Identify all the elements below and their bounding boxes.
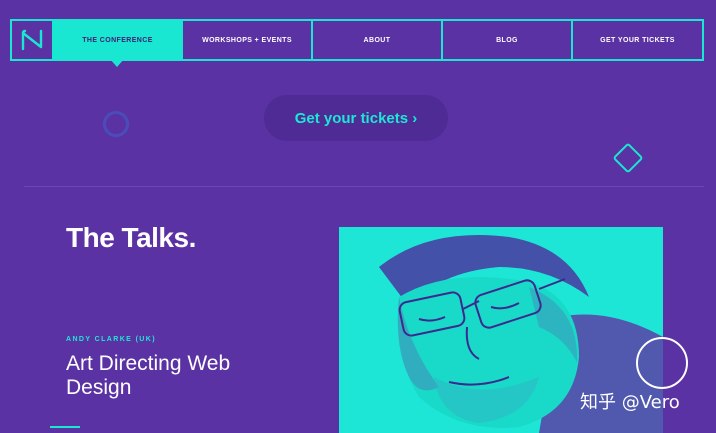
nav-item-workshops-events[interactable]: WORKSHOPS + EVENTS: [183, 21, 313, 59]
circle-outline-icon: [103, 111, 129, 137]
title-underline: [50, 426, 80, 428]
nav-item-about[interactable]: ABOUT: [313, 21, 443, 59]
speaker-name: ANDY CLARKE (UK): [66, 336, 156, 343]
talk-title[interactable]: Art Directing Web Design: [66, 352, 286, 400]
watermark-text: 知乎 @Vero: [580, 392, 680, 413]
nav-item-blog[interactable]: BLOG: [443, 21, 573, 59]
section-title: The Talks.: [66, 222, 196, 253]
main-nav: THE CONFERENCE WORKSHOPS + EVENTS ABOUT …: [10, 19, 704, 67]
play-circle-icon[interactable]: [636, 337, 688, 389]
nav-item-conference[interactable]: THE CONFERENCE: [54, 21, 183, 67]
diamond-outline-icon: [612, 142, 644, 174]
nav-item-get-tickets[interactable]: GET YOUR TICKETS: [573, 21, 702, 59]
get-tickets-button[interactable]: Get your tickets ›: [264, 95, 448, 141]
logo-icon[interactable]: [12, 21, 54, 59]
